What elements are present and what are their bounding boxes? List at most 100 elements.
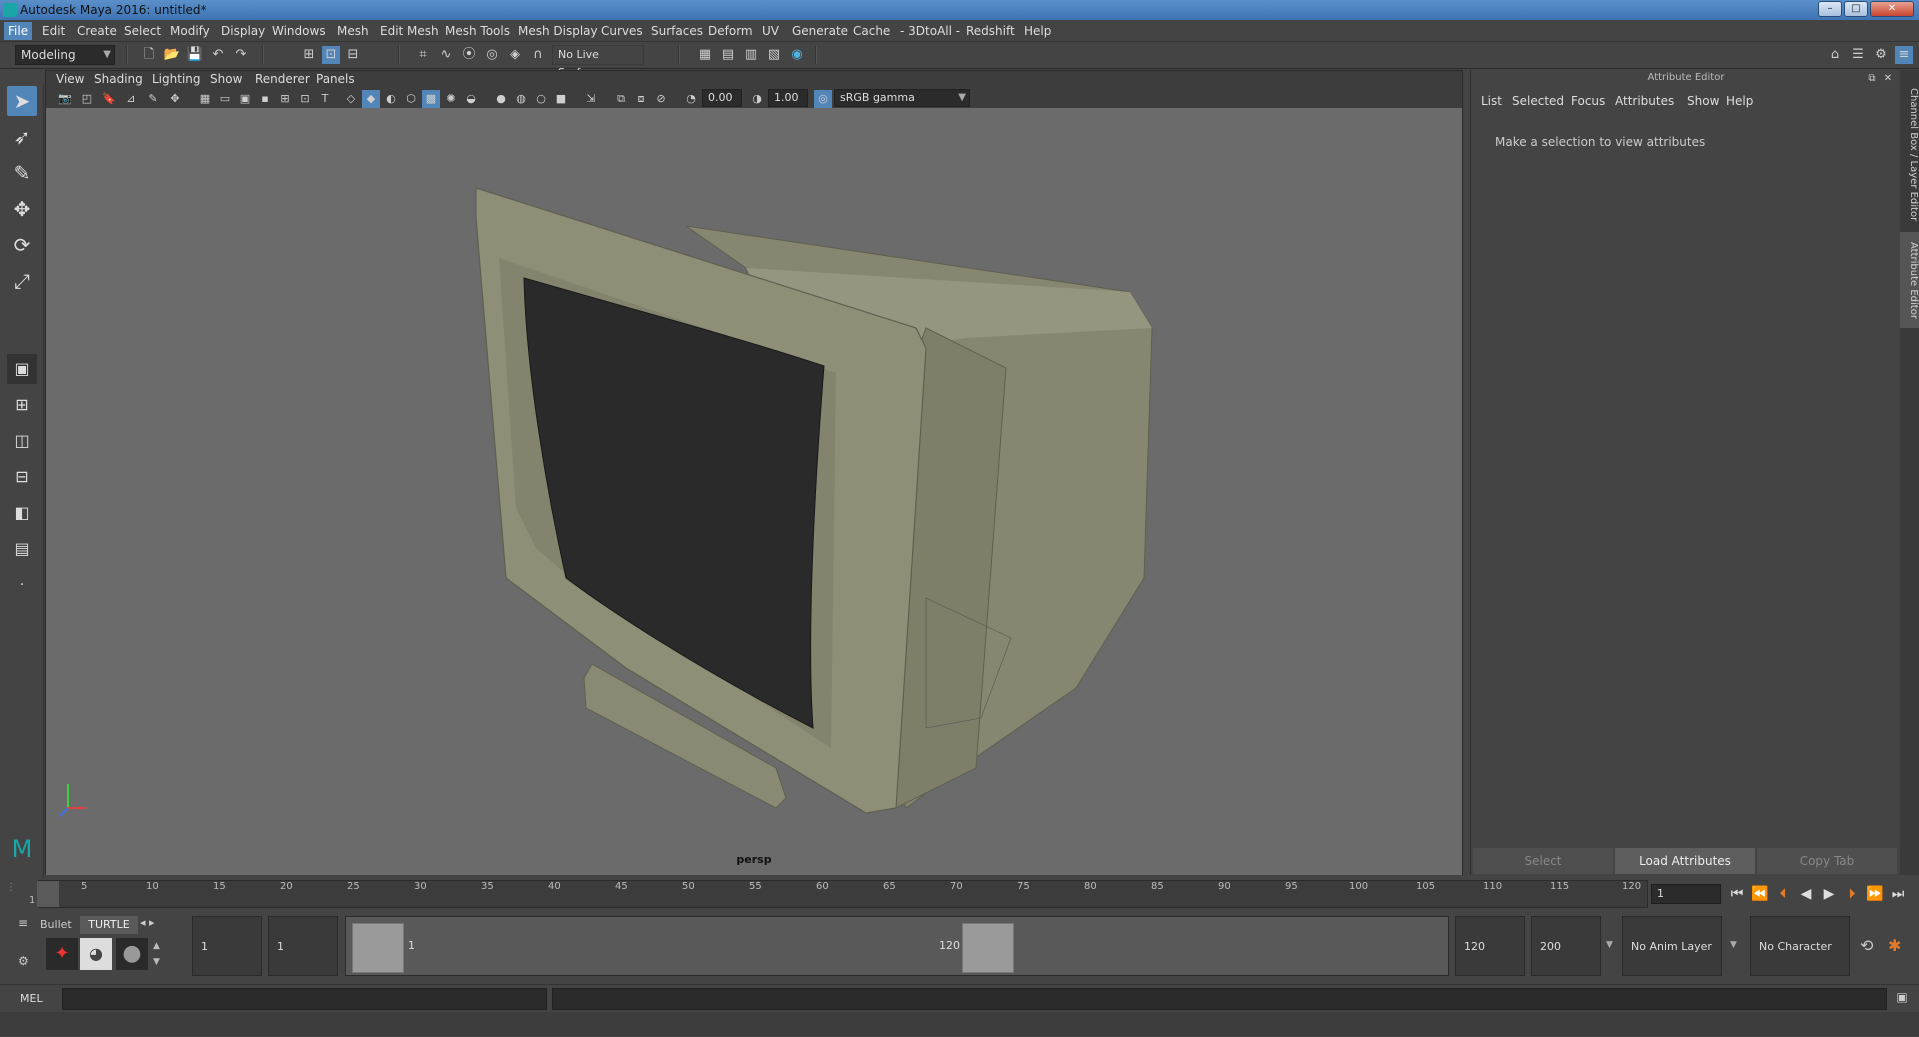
safe-title-icon[interactable]: T xyxy=(316,90,334,108)
gamma-field[interactable]: 1.00 xyxy=(768,89,808,107)
command-input[interactable] xyxy=(62,988,547,1010)
menu-mesh[interactable]: Mesh xyxy=(337,24,369,38)
modeling-toolkit-icon[interactable]: ⌂ xyxy=(1826,46,1844,64)
four-view-layout-icon[interactable]: ⊞ xyxy=(7,390,37,420)
step-back-key-icon[interactable]: ⏪ xyxy=(1750,884,1770,904)
shelf-tab-turtle[interactable]: TURTLE xyxy=(80,916,138,934)
render-view-icon[interactable]: ▦ xyxy=(696,46,714,64)
snap-magnet-icon[interactable]: ∩ xyxy=(529,46,547,64)
minimize-button[interactable]: – xyxy=(1818,1,1842,17)
animation-preferences-icon[interactable]: ✱ xyxy=(1888,936,1910,958)
auto-key-icon[interactable]: ⟲ xyxy=(1860,936,1882,958)
persp-outliner-layout-icon[interactable]: ◫ xyxy=(7,426,37,456)
image-plane-icon[interactable]: ⊿ xyxy=(122,90,140,108)
menu-mesh-display[interactable]: Mesh Display xyxy=(518,24,598,38)
menu-redshift[interactable]: Redshift xyxy=(966,24,1015,38)
undo-icon[interactable]: ↶ xyxy=(209,46,227,64)
close-button[interactable]: ✕ xyxy=(1870,1,1914,17)
safe-action-icon[interactable]: ⊡ xyxy=(296,90,314,108)
panel-menu-show[interactable]: Show xyxy=(210,72,242,86)
playback-start-field[interactable]: 1 xyxy=(268,916,338,976)
step-back-frame-icon[interactable]: ⏴ xyxy=(1773,884,1793,904)
shelf-scroll-arrows-icon[interactable]: ◂ ▸ xyxy=(140,916,170,934)
attribute-editor-toggle-icon[interactable]: ☰ xyxy=(1849,46,1867,64)
shelf-settings-icon[interactable]: ⚙ xyxy=(18,954,38,970)
field-chart-icon[interactable]: ⊞ xyxy=(276,90,294,108)
channel-box-tab[interactable]: Channel Box / Layer Editor xyxy=(1900,80,1919,230)
chevron-down-icon[interactable]: ▼ xyxy=(1606,940,1620,956)
new-scene-icon[interactable]: 🗋 xyxy=(140,46,158,64)
panel-menu-renderer[interactable]: Renderer xyxy=(255,72,310,86)
ae-menu-attributes[interactable]: Attributes xyxy=(1615,94,1674,108)
open-scene-icon[interactable]: 📂 xyxy=(163,46,181,64)
turtle-baking-icon[interactable]: ◕ xyxy=(80,938,112,970)
default-material-icon[interactable]: ◐ xyxy=(382,90,400,108)
range-start-handle[interactable] xyxy=(352,923,404,973)
redo-icon[interactable]: ↷ xyxy=(232,46,250,64)
use-all-lights-icon[interactable]: ✺ xyxy=(442,90,460,108)
panel-menu-panels[interactable]: Panels xyxy=(316,72,355,86)
ae-menu-show[interactable]: Show xyxy=(1687,94,1719,108)
menu-set-dropdown[interactable]: Modeling ▼ xyxy=(15,45,115,65)
color-management-icon[interactable]: ◎ xyxy=(814,90,832,108)
time-slider-track[interactable]: 1 5 10 15 20 25 30 35 40 45 50 55 60 65 … xyxy=(29,880,1648,908)
tool-settings-icon[interactable]: ⚙ xyxy=(1872,46,1890,64)
paint-select-tool-icon[interactable]: ✎ xyxy=(7,158,37,188)
wireframe-icon[interactable]: ◇ xyxy=(342,90,360,108)
two-d-pan-icon[interactable]: ✥ xyxy=(166,90,184,108)
snap-curve-icon[interactable]: ∿ xyxy=(437,46,455,64)
menu-3dtoall[interactable]: - 3DtoAll - xyxy=(900,24,960,38)
menu-create[interactable]: Create xyxy=(77,24,117,38)
select-button[interactable]: Select xyxy=(1473,848,1613,874)
select-object-icon[interactable]: ⊡ xyxy=(322,46,340,64)
gate-mask-icon[interactable]: ▪ xyxy=(256,90,274,108)
textured-icon[interactable]: ▩ xyxy=(422,90,440,108)
snap-view-icon[interactable]: ◎ xyxy=(483,46,501,64)
current-frame-field[interactable]: 1 xyxy=(1651,884,1721,904)
persp-graph-layout-icon[interactable]: ⊟ xyxy=(7,462,37,492)
command-language-label[interactable]: MEL xyxy=(20,992,43,1005)
lasso-tool-icon[interactable]: ➶ xyxy=(7,122,37,152)
render-frame-icon[interactable]: ▤ xyxy=(719,46,737,64)
turtle-render-icon[interactable]: ✦ xyxy=(46,938,78,970)
menu-edit-mesh[interactable]: Edit Mesh xyxy=(380,24,439,38)
animation-end-field[interactable]: 200 xyxy=(1531,916,1601,976)
play-backward-icon[interactable]: ◀ xyxy=(1796,884,1816,904)
menu-windows[interactable]: Windows xyxy=(272,24,326,38)
channel-box-icon[interactable]: ≡ xyxy=(1895,46,1913,64)
turtle-sphere-icon[interactable]: ● xyxy=(116,938,148,970)
xray-joints-icon[interactable]: ⧈ xyxy=(632,90,650,108)
view-transform-dropdown[interactable]: sRGB gamma ▼ xyxy=(834,89,970,107)
select-hierarchy-icon[interactable]: ⊞ xyxy=(300,46,318,64)
render-settings-icon[interactable]: ▧ xyxy=(765,46,783,64)
bookmark-icon[interactable]: 🔖 xyxy=(100,90,118,108)
ae-menu-help[interactable]: Help xyxy=(1726,94,1753,108)
anti-aliasing-icon[interactable]: ○ xyxy=(532,90,550,108)
ae-menu-focus[interactable]: Focus xyxy=(1571,94,1605,108)
maximize-button[interactable]: □ xyxy=(1844,1,1868,17)
menu-select[interactable]: Select xyxy=(124,24,161,38)
wireframe-on-shaded-icon[interactable]: ⬡ xyxy=(402,90,420,108)
anim-layer-field[interactable]: No Anim Layer xyxy=(1622,916,1722,976)
script-editor-icon[interactable]: ▣ xyxy=(1893,990,1911,1008)
menu-cache[interactable]: Cache xyxy=(853,24,890,38)
select-tool-icon[interactable]: ➤ xyxy=(7,86,37,116)
menu-surfaces[interactable]: Surfaces xyxy=(651,24,703,38)
rotate-tool-icon[interactable]: ⟳ xyxy=(7,230,37,260)
motion-blur-icon[interactable]: ◍ xyxy=(512,90,530,108)
panel-menu-shading[interactable]: Shading xyxy=(94,72,143,86)
resolution-gate-icon[interactable]: ▣ xyxy=(236,90,254,108)
range-end-handle[interactable] xyxy=(962,923,1014,973)
camera-attributes-icon[interactable]: ◰ xyxy=(78,90,96,108)
animation-start-field[interactable]: 1 xyxy=(192,916,262,976)
menu-mesh-tools[interactable]: Mesh Tools xyxy=(445,24,510,38)
snap-surface-icon[interactable]: ◈ xyxy=(506,46,524,64)
play-forward-icon[interactable]: ▶ xyxy=(1819,884,1839,904)
grease-pencil-icon[interactable]: ✎ xyxy=(144,90,162,108)
ambient-occlusion-icon[interactable]: ● xyxy=(492,90,510,108)
snap-point-icon[interactable]: ⦿ xyxy=(460,46,478,64)
panel-menu-lighting[interactable]: Lighting xyxy=(152,72,201,86)
chevron-down-icon[interactable]: ▼ xyxy=(1730,940,1744,956)
menu-modify[interactable]: Modify xyxy=(170,24,210,38)
shelf-scroll-icon[interactable]: ▲ ▼ xyxy=(153,938,165,970)
